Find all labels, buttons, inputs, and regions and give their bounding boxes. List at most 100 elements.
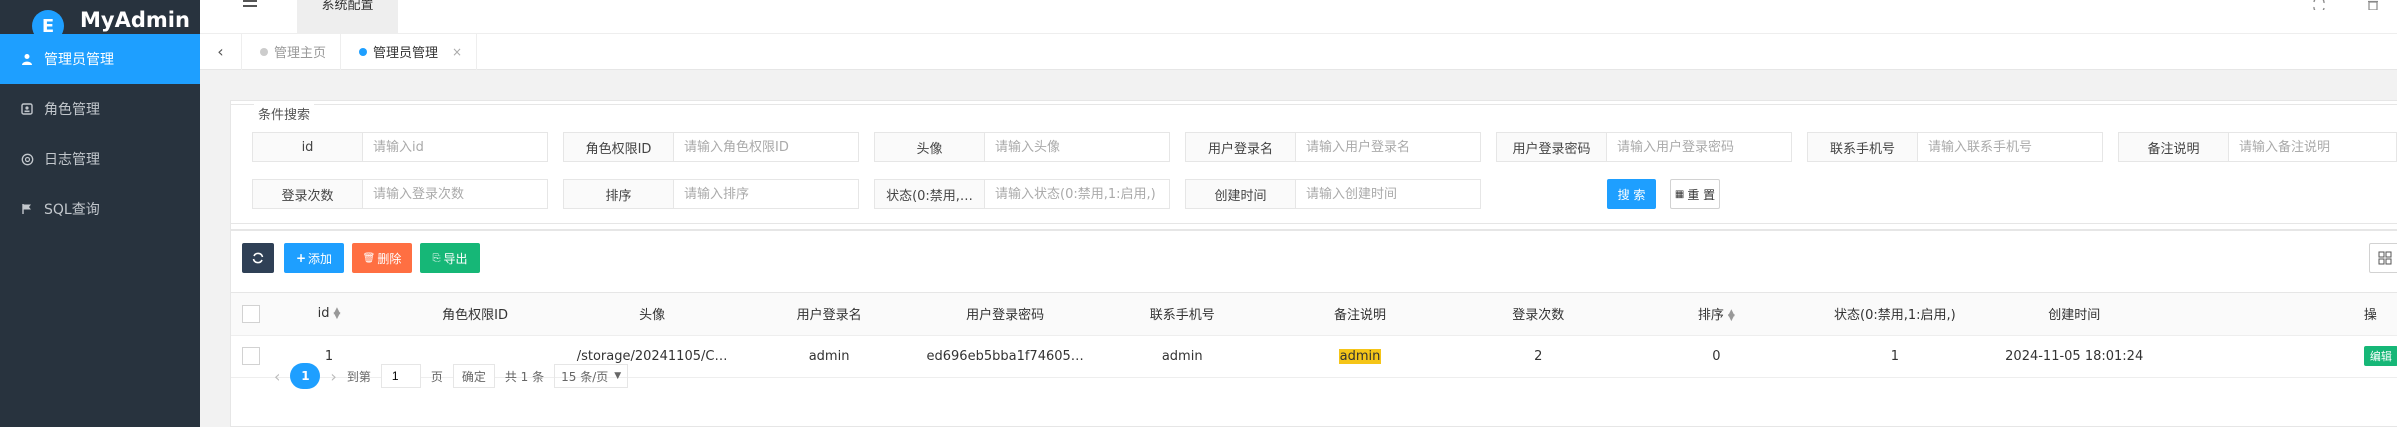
tab-admin-management[interactable]: 管理员管理 × (341, 33, 478, 70)
col-username: 用户登录名 (741, 293, 917, 336)
cell-phone: admin (1093, 335, 1271, 378)
sidebar-item-role[interactable]: 角色管理 (0, 84, 200, 134)
highlight-text: admin (1338, 348, 1382, 364)
plus-icon: + (295, 251, 307, 265)
field-label: 登录次数 (252, 179, 362, 209)
field-username: 用户登录名 (1185, 132, 1481, 162)
table-toolbar: + 添加 🗑 删除 ⎘ 导出 (231, 231, 2397, 293)
search-button[interactable]: 搜 索 (1607, 179, 1656, 209)
delete-label: 删除 (377, 251, 402, 266)
cell-remark: admin (1270, 335, 1450, 378)
user-icon (20, 52, 34, 66)
sidebar-item-label: 管理员管理 (44, 52, 114, 68)
reset-icon: ▦ (1674, 188, 1685, 200)
username-input[interactable] (1295, 132, 1481, 162)
login-count-input[interactable] (362, 179, 548, 209)
tab-home[interactable]: 管理主页 (242, 33, 342, 70)
log-icon (20, 152, 34, 166)
cell-actions: 编辑 (2163, 335, 2397, 378)
trash-icon[interactable] (2367, 0, 2381, 14)
goto-confirm-button[interactable]: 确定 (452, 364, 495, 388)
col-created-at: 创建时间 (1984, 293, 2164, 336)
page-size-select[interactable]: 15 条/页 ▼ (554, 364, 629, 388)
password-input[interactable] (1606, 132, 1792, 162)
reset-button[interactable]: ▦ 重 置 (1670, 179, 1720, 209)
header-tab-system-config[interactable]: 系统配置 (297, 0, 398, 34)
col-role-id: 角色权限ID (387, 293, 563, 336)
col-header-label: id (317, 306, 330, 322)
chevron-left-icon[interactable]: ‹ (200, 33, 242, 70)
sidebar-item-log[interactable]: 日志管理 (0, 134, 200, 184)
logo-icon: E (32, 10, 64, 34)
col-sort[interactable]: 排序 ▲ ▼ (1627, 293, 1806, 336)
close-icon[interactable]: × (452, 45, 462, 59)
page-current[interactable]: 1 (290, 363, 321, 389)
column-filter-button[interactable] (2369, 243, 2397, 273)
field-sort: 排序 (563, 179, 859, 209)
field-remark: 备注说明 (2118, 132, 2397, 162)
col-password: 用户登录密码 (916, 293, 1094, 336)
id-input[interactable] (362, 132, 548, 162)
role-id-input[interactable] (673, 132, 859, 162)
sidebar-item-sql[interactable]: SQL查询 (0, 184, 200, 234)
field-label: 角色权限ID (563, 132, 673, 162)
field-label: id (252, 132, 362, 162)
pagination: ‹ 1 › 到第 页 确定 共 1 条 15 条/页 ▼ (252, 356, 638, 396)
add-button[interactable]: + 添加 (284, 243, 344, 273)
sort-input[interactable] (673, 179, 859, 209)
avatar-input[interactable] (984, 132, 1170, 162)
grid-icon (2378, 251, 2392, 265)
search-legend: 条件搜索 (254, 104, 315, 123)
top-header: 系统配置 (200, 0, 2397, 34)
sort-icon[interactable]: ▲ ▼ (333, 306, 340, 320)
prev-page-icon[interactable]: ‹ (274, 367, 280, 386)
table-header-row: id ▲ ▼ 角色权限ID 头像 用户登录名 用户登录密码 联系手机号 备注说明 登… (231, 293, 2397, 336)
cell-login-count: 2 (1449, 335, 1628, 378)
sidebar-item-admin[interactable]: 管理员管理 (0, 34, 200, 84)
created-at-input[interactable] (1295, 179, 1481, 209)
tab-bar: ‹ 管理主页 管理员管理 × (200, 33, 2397, 70)
col-login-count: 登录次数 (1449, 293, 1628, 336)
cell-password: ed696eb5bba1f74605… (916, 335, 1094, 378)
refresh-icon[interactable] (2312, 0, 2326, 14)
role-icon (20, 102, 34, 116)
field-label: 用户登录密码 (1496, 132, 1606, 162)
col-status: 状态(0:禁用,1:启用,) (1805, 293, 1985, 336)
next-page-icon[interactable]: › (330, 367, 336, 386)
table-panel: + 添加 🗑 删除 ⎘ 导出 id ▲ ▼ 角色权限ID 头像 用户登录名 用户登录… (230, 230, 2397, 427)
field-role-id: 角色权限ID (563, 132, 859, 162)
status-input[interactable] (984, 179, 1170, 209)
reset-label: 重 置 (1687, 187, 1716, 202)
sidebar-menu: 管理员管理 角色管理 日志管理 SQL查询 (0, 34, 200, 234)
refresh-button[interactable] (242, 243, 274, 273)
trash-icon: 🗑 (362, 252, 376, 264)
chevron-down-icon: ▼ (614, 371, 622, 381)
field-label: 状态(0:禁用,… (874, 179, 984, 209)
goto-page-input[interactable] (380, 364, 421, 388)
remark-input[interactable] (2228, 132, 2397, 162)
delete-button[interactable]: 🗑 删除 (352, 243, 412, 273)
edit-button[interactable]: 编辑 (2363, 346, 2397, 366)
field-password: 用户登录密码 (1496, 132, 1792, 162)
sort-icon[interactable]: ▲ ▼ (1728, 308, 1735, 322)
export-button[interactable]: ⎘ 导出 (420, 243, 480, 273)
field-label: 创建时间 (1185, 179, 1295, 209)
field-phone: 联系手机号 (1807, 132, 2103, 162)
select-all-checkbox[interactable] (241, 304, 260, 323)
col-id[interactable]: id ▲ ▼ (270, 293, 388, 336)
field-login-count: 登录次数 (252, 179, 548, 209)
app-title: MyAdmin (80, 8, 190, 32)
field-label: 备注说明 (2118, 132, 2228, 162)
cell-status: 1 (1805, 335, 1985, 378)
col-avatar: 头像 (562, 293, 742, 336)
phone-input[interactable] (1917, 132, 2103, 162)
tab-label: 管理员管理 (373, 46, 439, 61)
field-label: 头像 (874, 132, 984, 162)
add-label: 添加 (308, 251, 333, 266)
col-remark: 备注说明 (1270, 293, 1450, 336)
sidebar-item-label: SQL查询 (44, 202, 100, 218)
cell-username: admin (741, 335, 917, 378)
logo[interactable]: E MyAdmin (0, 0, 200, 34)
field-created-at: 创建时间 (1185, 179, 1481, 209)
menu-toggle-icon[interactable] (243, 0, 259, 14)
